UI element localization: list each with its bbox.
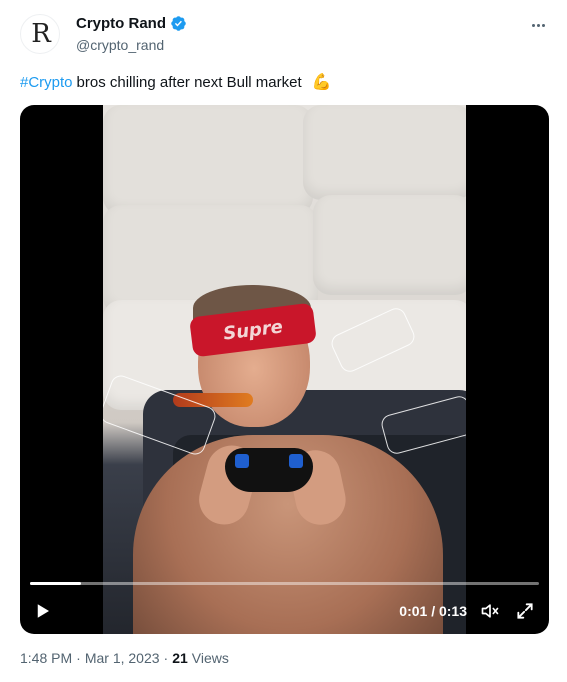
tweet-time[interactable]: 1:48 PM <box>20 650 72 666</box>
gamepad <box>225 448 313 492</box>
author-display-name[interactable]: Crypto Rand <box>76 15 166 32</box>
video-progress-fill <box>30 582 81 585</box>
hashtag-link[interactable]: #Crypto <box>20 73 73 93</box>
more-options-icon[interactable] <box>527 14 549 36</box>
tweet-meta: 1:48 PM · Mar 1, 2023 · 21 Views <box>20 650 229 666</box>
tweet-date[interactable]: Mar 1, 2023 <box>85 650 160 666</box>
video-player[interactable]: Supre 0:01 / 0:13 <box>20 105 549 634</box>
avatar-logo: R <box>31 19 51 49</box>
meta-separator: · <box>163 650 169 666</box>
tweet-text: #Crypto bros chilling after next Bull ma… <box>20 73 332 93</box>
meta-separator: · <box>76 650 81 666</box>
video-controls: 0:01 / 0:13 <box>20 588 549 634</box>
avatar[interactable]: R <box>20 14 60 54</box>
author-name-row: Crypto Rand <box>76 15 187 32</box>
play-icon[interactable] <box>34 601 52 621</box>
video-time: 0:01 / 0:13 <box>399 603 467 619</box>
volume-muted-icon[interactable] <box>479 601 501 621</box>
video-progress-bar[interactable] <box>30 582 539 585</box>
author-handle[interactable]: @crypto_rand <box>76 37 164 53</box>
views-count: 21 <box>172 650 188 666</box>
fullscreen-icon[interactable] <box>515 601 535 621</box>
flexed-biceps-emoji: 💪 <box>311 74 332 91</box>
views-label: Views <box>191 650 229 666</box>
tweet-body: bros chilling after next Bull market <box>76 74 302 91</box>
video-frame[interactable]: Supre <box>103 105 466 634</box>
verified-badge-icon[interactable] <box>170 15 187 32</box>
